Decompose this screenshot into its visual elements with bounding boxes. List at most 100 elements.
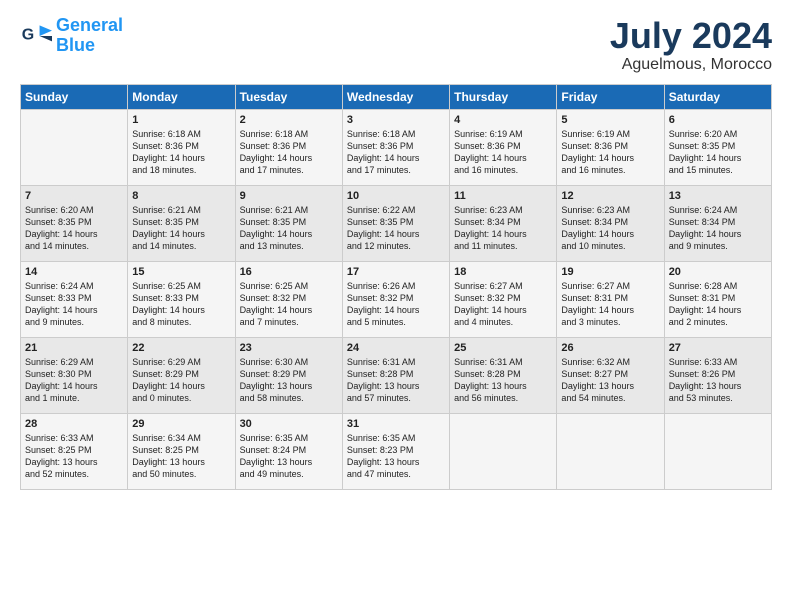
day-info: Sunrise: 6:35 AM Sunset: 8:23 PM Dayligh… bbox=[347, 432, 445, 481]
calendar-cell: 20 Sunrise: 6:28 AM Sunset: 8:31 PM Dayli… bbox=[664, 261, 771, 337]
day-info: Sunrise: 6:27 AM Sunset: 8:31 PM Dayligh… bbox=[561, 280, 659, 329]
weekday-header-wednesday: Wednesday bbox=[342, 84, 449, 109]
calendar-cell: 13Sunrise: 6:24 AM Sunset: 8:34 PM Dayli… bbox=[664, 185, 771, 261]
day-info: Sunrise: 6:21 AM Sunset: 8:35 PM Dayligh… bbox=[240, 204, 338, 253]
day-number: 30 bbox=[240, 418, 338, 430]
calendar-cell bbox=[557, 413, 664, 489]
day-number: 3 bbox=[347, 114, 445, 126]
title-block: July 2024 Aguelmous, Morocco bbox=[610, 16, 772, 74]
calendar-cell bbox=[664, 413, 771, 489]
day-info: Sunrise: 6:18 AM Sunset: 8:36 PM Dayligh… bbox=[132, 128, 230, 177]
day-info: Sunrise: 6:28 AM Sunset: 8:31 PM Dayligh… bbox=[669, 280, 767, 329]
calendar-cell: 15 Sunrise: 6:25 AM Sunset: 8:33 PM Dayli… bbox=[128, 261, 235, 337]
calendar-cell: 28Sunrise: 6:33 AM Sunset: 8:25 PM Dayli… bbox=[21, 413, 128, 489]
calendar-cell: 21Sunrise: 6:29 AM Sunset: 8:30 PM Dayli… bbox=[21, 337, 128, 413]
day-info: Sunrise: 6:34 AM Sunset: 8:25 PM Dayligh… bbox=[132, 432, 230, 481]
calendar-cell: 30 Sunrise: 6:35 AM Sunset: 8:24 PM Dayli… bbox=[235, 413, 342, 489]
logo-text: General Blue bbox=[56, 16, 123, 56]
day-number: 15 bbox=[132, 266, 230, 278]
calendar-cell: 26Sunrise: 6:32 AM Sunset: 8:27 PM Dayli… bbox=[557, 337, 664, 413]
day-info: Sunrise: 6:32 AM Sunset: 8:27 PM Dayligh… bbox=[561, 356, 659, 405]
calendar-cell: 8 Sunrise: 6:21 AM Sunset: 8:35 PM Daylig… bbox=[128, 185, 235, 261]
calendar-cell: 2 Sunrise: 6:18 AM Sunset: 8:36 PM Daylig… bbox=[235, 109, 342, 185]
calendar-cell bbox=[21, 109, 128, 185]
calendar-cell bbox=[450, 413, 557, 489]
day-number: 16 bbox=[240, 266, 338, 278]
day-info: Sunrise: 6:29 AM Sunset: 8:29 PM Dayligh… bbox=[132, 356, 230, 405]
location: Aguelmous, Morocco bbox=[610, 56, 772, 74]
calendar-cell: 10Sunrise: 6:22 AM Sunset: 8:35 PM Dayli… bbox=[342, 185, 449, 261]
day-info: Sunrise: 6:26 AM Sunset: 8:32 PM Dayligh… bbox=[347, 280, 445, 329]
weekday-header-tuesday: Tuesday bbox=[235, 84, 342, 109]
day-number: 25 bbox=[454, 342, 552, 354]
day-number: 31 bbox=[347, 418, 445, 430]
calendar-cell: 3Sunrise: 6:18 AM Sunset: 8:36 PM Daylig… bbox=[342, 109, 449, 185]
calendar-week-2: 7 Sunrise: 6:20 AM Sunset: 8:35 PM Daylig… bbox=[21, 185, 772, 261]
day-info: Sunrise: 6:27 AM Sunset: 8:32 PM Dayligh… bbox=[454, 280, 552, 329]
day-number: 20 bbox=[669, 266, 767, 278]
day-number: 28 bbox=[25, 418, 123, 430]
month-title: July 2024 bbox=[610, 16, 772, 56]
calendar-cell: 4 Sunrise: 6:19 AM Sunset: 8:36 PM Daylig… bbox=[450, 109, 557, 185]
calendar-cell: 5Sunrise: 6:19 AM Sunset: 8:36 PM Daylig… bbox=[557, 109, 664, 185]
logo-icon: G bbox=[20, 20, 52, 52]
calendar-week-1: 1 Sunrise: 6:18 AM Sunset: 8:36 PM Daylig… bbox=[21, 109, 772, 185]
day-info: Sunrise: 6:23 AM Sunset: 8:34 PM Dayligh… bbox=[454, 204, 552, 253]
calendar-cell: 9 Sunrise: 6:21 AM Sunset: 8:35 PM Daylig… bbox=[235, 185, 342, 261]
weekday-header-thursday: Thursday bbox=[450, 84, 557, 109]
day-info: Sunrise: 6:31 AM Sunset: 8:28 PM Dayligh… bbox=[454, 356, 552, 405]
day-info: Sunrise: 6:20 AM Sunset: 8:35 PM Dayligh… bbox=[669, 128, 767, 177]
day-number: 19 bbox=[561, 266, 659, 278]
calendar-cell: 19 Sunrise: 6:27 AM Sunset: 8:31 PM Dayli… bbox=[557, 261, 664, 337]
day-number: 4 bbox=[454, 114, 552, 126]
day-number: 5 bbox=[561, 114, 659, 126]
calendar-cell: 29Sunrise: 6:34 AM Sunset: 8:25 PM Dayli… bbox=[128, 413, 235, 489]
day-info: Sunrise: 6:20 AM Sunset: 8:35 PM Dayligh… bbox=[25, 204, 123, 253]
day-number: 13 bbox=[669, 190, 767, 202]
logo-general: General bbox=[56, 15, 123, 35]
calendar-cell: 25 Sunrise: 6:31 AM Sunset: 8:28 PM Dayli… bbox=[450, 337, 557, 413]
day-number: 6 bbox=[669, 114, 767, 126]
day-info: Sunrise: 6:25 AM Sunset: 8:33 PM Dayligh… bbox=[132, 280, 230, 329]
calendar-cell: 1 Sunrise: 6:18 AM Sunset: 8:36 PM Daylig… bbox=[128, 109, 235, 185]
day-info: Sunrise: 6:35 AM Sunset: 8:24 PM Dayligh… bbox=[240, 432, 338, 481]
header: G General Blue July 2024 Aguelmous, Moro… bbox=[20, 16, 772, 74]
day-number: 2 bbox=[240, 114, 338, 126]
day-number: 12 bbox=[561, 190, 659, 202]
weekday-header-row: SundayMondayTuesdayWednesdayThursdayFrid… bbox=[21, 84, 772, 109]
day-number: 21 bbox=[25, 342, 123, 354]
day-info: Sunrise: 6:19 AM Sunset: 8:36 PM Dayligh… bbox=[454, 128, 552, 177]
day-info: Sunrise: 6:18 AM Sunset: 8:36 PM Dayligh… bbox=[240, 128, 338, 177]
weekday-header-monday: Monday bbox=[128, 84, 235, 109]
calendar-cell: 14Sunrise: 6:24 AM Sunset: 8:33 PM Dayli… bbox=[21, 261, 128, 337]
logo-blue: Blue bbox=[56, 35, 95, 55]
svg-text:G: G bbox=[22, 26, 34, 43]
calendar-cell: 11Sunrise: 6:23 AM Sunset: 8:34 PM Dayli… bbox=[450, 185, 557, 261]
calendar-table: SundayMondayTuesdayWednesdayThursdayFrid… bbox=[20, 84, 772, 490]
calendar-cell: 31 Sunrise: 6:35 AM Sunset: 8:23 PM Dayli… bbox=[342, 413, 449, 489]
day-info: Sunrise: 6:24 AM Sunset: 8:33 PM Dayligh… bbox=[25, 280, 123, 329]
calendar-week-4: 21Sunrise: 6:29 AM Sunset: 8:30 PM Dayli… bbox=[21, 337, 772, 413]
day-info: Sunrise: 6:30 AM Sunset: 8:29 PM Dayligh… bbox=[240, 356, 338, 405]
calendar-cell: 17 Sunrise: 6:26 AM Sunset: 8:32 PM Dayli… bbox=[342, 261, 449, 337]
calendar-cell: 22 Sunrise: 6:29 AM Sunset: 8:29 PM Dayli… bbox=[128, 337, 235, 413]
calendar-week-5: 28Sunrise: 6:33 AM Sunset: 8:25 PM Dayli… bbox=[21, 413, 772, 489]
day-number: 18 bbox=[454, 266, 552, 278]
day-info: Sunrise: 6:25 AM Sunset: 8:32 PM Dayligh… bbox=[240, 280, 338, 329]
day-number: 8 bbox=[132, 190, 230, 202]
calendar-week-3: 14Sunrise: 6:24 AM Sunset: 8:33 PM Dayli… bbox=[21, 261, 772, 337]
day-number: 9 bbox=[240, 190, 338, 202]
day-number: 22 bbox=[132, 342, 230, 354]
day-info: Sunrise: 6:21 AM Sunset: 8:35 PM Dayligh… bbox=[132, 204, 230, 253]
weekday-header-sunday: Sunday bbox=[21, 84, 128, 109]
day-number: 1 bbox=[132, 114, 230, 126]
calendar-cell: 23Sunrise: 6:30 AM Sunset: 8:29 PM Dayli… bbox=[235, 337, 342, 413]
day-number: 17 bbox=[347, 266, 445, 278]
day-info: Sunrise: 6:22 AM Sunset: 8:35 PM Dayligh… bbox=[347, 204, 445, 253]
calendar-cell: 27Sunrise: 6:33 AM Sunset: 8:26 PM Dayli… bbox=[664, 337, 771, 413]
page: G General Blue July 2024 Aguelmous, Moro… bbox=[0, 0, 792, 502]
day-number: 7 bbox=[25, 190, 123, 202]
calendar-cell: 7 Sunrise: 6:20 AM Sunset: 8:35 PM Daylig… bbox=[21, 185, 128, 261]
weekday-header-friday: Friday bbox=[557, 84, 664, 109]
day-info: Sunrise: 6:33 AM Sunset: 8:26 PM Dayligh… bbox=[669, 356, 767, 405]
